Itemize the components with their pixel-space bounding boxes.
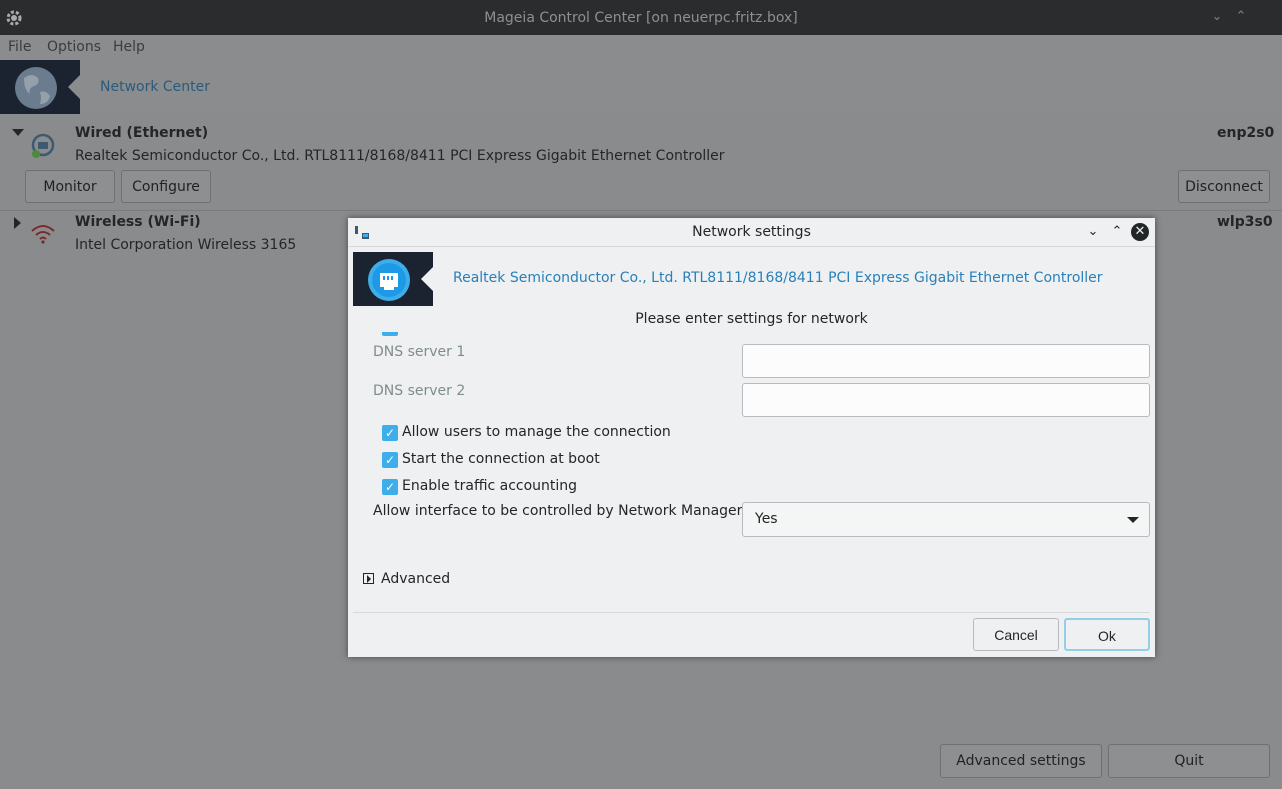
start-at-boot-checkbox[interactable]: ✓ xyxy=(382,452,398,468)
network-settings-dialog: Network settings ⌄ ⌃ ✕ Realtek Semicondu… xyxy=(348,218,1155,657)
maximize-icon[interactable]: ⌃ xyxy=(1234,10,1248,24)
dialog-header-icon-box xyxy=(353,252,433,306)
ok-button[interactable]: Ok xyxy=(1064,618,1150,651)
chevron-down-icon xyxy=(1127,517,1139,523)
quit-button[interactable]: Quit xyxy=(1108,744,1270,778)
minimize-icon[interactable]: ⌄ xyxy=(1210,10,1224,24)
menu-help[interactable]: Help xyxy=(113,39,145,55)
dialog-minimize-icon[interactable]: ⌄ xyxy=(1085,224,1101,240)
traffic-accounting-label: Enable traffic accounting xyxy=(402,478,578,494)
dialog-maximize-icon[interactable]: ⌃ xyxy=(1109,224,1125,240)
globe-icon xyxy=(14,66,58,110)
interface-type-wired: Wired (Ethernet) xyxy=(75,125,209,141)
dialog-titlebar: Network settings ⌄ ⌃ ✕ xyxy=(348,218,1155,247)
header-icon-box xyxy=(0,60,80,114)
page-title: Network Center xyxy=(100,79,211,95)
dialog-header-arrow-notch xyxy=(421,267,433,291)
dialog-footer-divider xyxy=(353,612,1150,613)
expand-arrow-right-icon[interactable] xyxy=(14,217,21,229)
window-title: Mageia Control Center [on neuerpc.fritz.… xyxy=(484,10,798,26)
nm-control-label: Allow interface to be controlled by Netw… xyxy=(373,503,743,519)
nm-control-select[interactable]: Yes xyxy=(742,502,1150,537)
allow-users-label: Allow users to manage the connection xyxy=(402,424,671,440)
nm-control-value: Yes xyxy=(755,511,778,527)
dialog-prompt: Please enter settings for network xyxy=(635,311,868,327)
menu-file[interactable]: File xyxy=(8,39,31,55)
advanced-expander-label[interactable]: Advanced xyxy=(381,571,450,587)
dns1-input[interactable] xyxy=(742,344,1150,378)
dns1-label: DNS server 1 xyxy=(373,344,466,360)
configure-button[interactable]: Configure xyxy=(121,170,211,203)
dns2-label: DNS server 2 xyxy=(373,383,466,399)
allow-users-checkbox[interactable]: ✓ xyxy=(382,425,398,441)
menubar: File Options Help xyxy=(0,35,1282,60)
cancel-button[interactable]: Cancel xyxy=(973,618,1059,651)
monitor-button[interactable]: Monitor xyxy=(25,170,115,203)
header-arrow-notch xyxy=(68,75,80,99)
start-at-boot-label: Start the connection at boot xyxy=(402,451,600,467)
dialog-header-text: Realtek Semiconductor Co., Ltd. RTL8111/… xyxy=(453,270,1103,286)
disconnect-button[interactable]: Disconnect xyxy=(1178,170,1270,203)
interface-type-wireless: Wireless (Wi-Fi) xyxy=(75,214,201,230)
interface-device-wired: enp2s0 xyxy=(1217,125,1275,141)
scroll-indicator xyxy=(382,332,398,336)
dns2-input[interactable] xyxy=(742,383,1150,417)
advanced-settings-button[interactable]: Advanced settings xyxy=(940,744,1102,778)
menu-options[interactable]: Options xyxy=(47,39,101,55)
dialog-title: Network settings xyxy=(692,224,811,240)
interface-device-wireless: wlp3s0 xyxy=(1217,214,1273,230)
dialog-close-icon[interactable]: ✕ xyxy=(1131,223,1149,241)
traffic-accounting-checkbox[interactable]: ✓ xyxy=(382,479,398,495)
wired-network-icon xyxy=(30,133,56,159)
wifi-icon xyxy=(30,223,56,245)
interface-divider xyxy=(0,210,1282,211)
interface-description-wired: Realtek Semiconductor Co., Ltd. RTL8111/… xyxy=(75,148,725,164)
ethernet-icon xyxy=(367,258,411,302)
interface-description-wireless: Intel Corporation Wireless 3165 xyxy=(75,237,297,253)
advanced-expander-icon[interactable] xyxy=(363,573,374,584)
window-titlebar: Mageia Control Center [on neuerpc.fritz.… xyxy=(0,0,1282,35)
expand-arrow-down-icon[interactable] xyxy=(12,129,24,136)
